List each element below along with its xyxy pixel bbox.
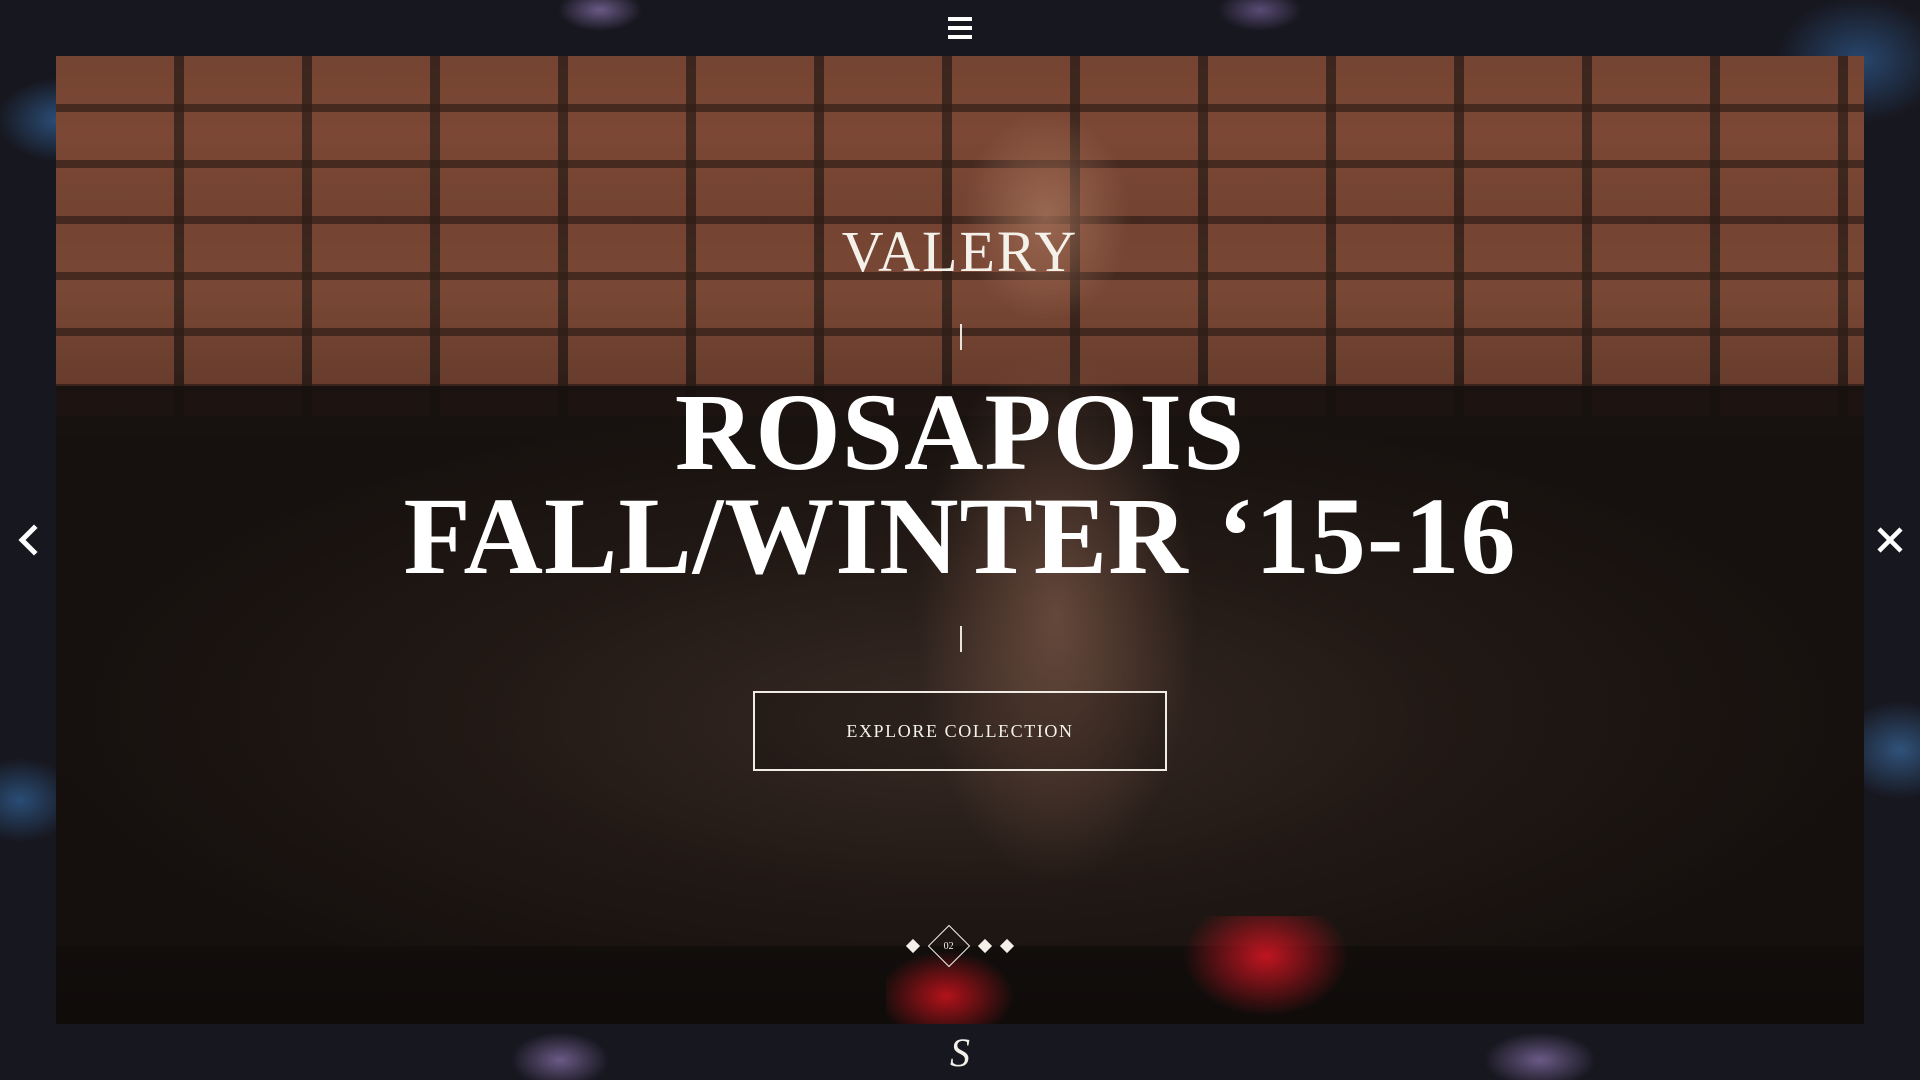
hero-banner: VALERY ROSAPOIS FALL/WINTER ‘15-16 EXPLO… xyxy=(56,56,1864,1024)
slider-current-label: 02 xyxy=(944,940,954,952)
slider-pagination: 02 xyxy=(56,924,1864,968)
hero-content: VALERY ROSAPOIS FALL/WINTER ‘15-16 EXPLO… xyxy=(56,56,1864,1024)
headline-line-1: ROSAPOIS xyxy=(674,371,1246,493)
brand-logo[interactable]: VALERY xyxy=(56,218,1864,285)
headline-line-2: FALL/WINTER ‘15-16 xyxy=(403,475,1517,597)
divider-bottom xyxy=(960,626,962,652)
close-icon[interactable] xyxy=(1872,522,1908,558)
slider-dot-4[interactable] xyxy=(999,938,1015,954)
footer-logo-icon[interactable]: S xyxy=(940,1029,980,1075)
slider-dot-3[interactable] xyxy=(977,938,993,954)
chevron-left-icon[interactable] xyxy=(10,522,46,558)
divider-top xyxy=(960,324,962,350)
slider-dot-active[interactable]: 02 xyxy=(927,924,971,968)
explore-collection-button[interactable]: EXPLORE COLLECTION xyxy=(753,691,1167,771)
footer-logo-glyph: S xyxy=(950,1029,970,1075)
collection-headline: ROSAPOIS FALL/WINTER ‘15-16 xyxy=(56,371,1864,597)
hamburger-menu-icon[interactable] xyxy=(948,17,972,39)
slider-dot-1[interactable] xyxy=(905,938,921,954)
brand-logo-text: VALERY xyxy=(841,219,1079,284)
